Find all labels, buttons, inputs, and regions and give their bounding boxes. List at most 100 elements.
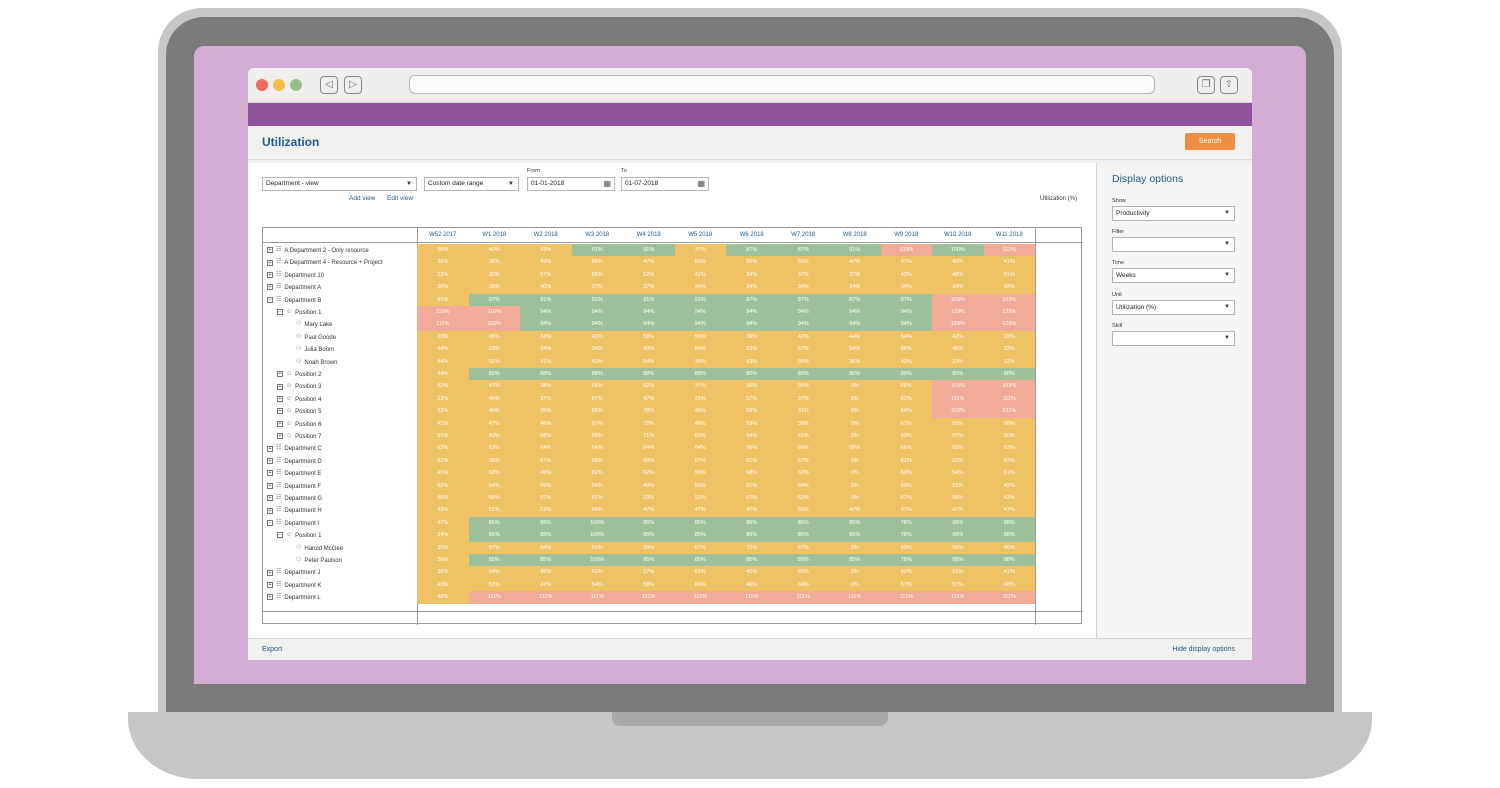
utilization-cell[interactable]: 87% xyxy=(777,293,829,306)
utilization-cell[interactable]: 57% xyxy=(777,454,829,468)
utilization-cell[interactable]: 94% xyxy=(777,318,829,331)
expand-icon[interactable]: + xyxy=(267,495,273,502)
utilization-cell[interactable]: 53% xyxy=(726,355,778,368)
utilization-cell[interactable]: 43% xyxy=(417,578,469,592)
utilization-cell[interactable]: 42% xyxy=(983,479,1035,492)
utilization-cell[interactable]: 64% xyxy=(623,442,675,455)
utilization-cell[interactable]: 53% xyxy=(468,578,520,592)
utilization-cell[interactable]: 0% xyxy=(829,405,881,418)
utilization-cell[interactable]: 54% xyxy=(726,430,778,443)
utilization-cell[interactable]: 85% xyxy=(468,529,520,542)
forward-arrow-icon[interactable]: ▷ xyxy=(344,76,362,94)
utilization-cell[interactable]: 64% xyxy=(571,504,623,517)
utilization-cell[interactable]: 85% xyxy=(777,516,829,530)
utilization-cell[interactable]: 85% xyxy=(726,516,778,530)
expand-icon[interactable]: + xyxy=(267,582,273,588)
tree-row[interactable]: − ☺ Position 1 xyxy=(263,529,417,541)
hide-display-options-link[interactable]: Hide display options xyxy=(1172,646,1235,653)
column-header[interactable]: W7 2018 xyxy=(778,228,830,242)
utilization-cell[interactable]: 42% xyxy=(777,330,829,344)
expand-icon[interactable]: + xyxy=(277,383,283,390)
utilization-cell[interactable]: 43% xyxy=(571,330,623,344)
utilization-cell[interactable]: 35% xyxy=(520,405,572,418)
utilization-cell[interactable]: 110% xyxy=(417,306,469,319)
expand-icon[interactable]: + xyxy=(267,272,273,278)
tree-row[interactable]: ⚇ Harold McGee xyxy=(263,542,417,554)
expand-icon[interactable]: + xyxy=(277,371,283,378)
utilization-cell[interactable]: 67% xyxy=(520,454,572,468)
utilization-cell[interactable]: 58% xyxy=(674,467,726,480)
utilization-cell[interactable]: 23% xyxy=(417,268,469,282)
utilization-cell[interactable]: 37% xyxy=(571,281,623,294)
utilization-cell[interactable]: 98% xyxy=(983,529,1035,542)
utilization-cell[interactable]: 63% xyxy=(983,442,1035,455)
utilization-cell[interactable]: 0% xyxy=(829,492,881,505)
utilization-cell[interactable]: 43% xyxy=(520,256,572,269)
utilization-cell[interactable]: 61% xyxy=(674,566,726,579)
utilization-cell[interactable]: 56% xyxy=(674,479,726,492)
utilization-cell[interactable]: 100% xyxy=(571,529,623,542)
utilization-cell[interactable]: 62% xyxy=(777,467,829,480)
utilization-cell[interactable]: 85% xyxy=(777,529,829,542)
utilization-cell[interactable]: 66% xyxy=(880,442,932,455)
utilization-cell[interactable]: 129% xyxy=(932,306,984,319)
column-header[interactable]: W9 2018 xyxy=(881,228,933,242)
utilization-cell[interactable]: 51% xyxy=(932,479,984,492)
utilization-cell[interactable]: 85% xyxy=(520,516,572,530)
utilization-cell[interactable]: 57% xyxy=(777,343,829,356)
utilization-cell[interactable]: 94% xyxy=(777,306,829,319)
utilization-cell[interactable]: 0% xyxy=(829,380,881,393)
utilization-cell[interactable]: 47% xyxy=(623,504,675,517)
utilization-cell[interactable]: 98% xyxy=(983,554,1035,567)
utilization-cell[interactable]: 56% xyxy=(726,380,778,393)
utilization-cell[interactable]: 58% xyxy=(932,492,984,505)
expand-icon[interactable]: + xyxy=(277,420,283,427)
utilization-cell[interactable]: 129% xyxy=(983,318,1035,331)
utilization-cell[interactable]: 37% xyxy=(674,244,726,257)
tree-row[interactable]: + ☷ Department F xyxy=(263,480,417,492)
column-header[interactable]: W1 2018 xyxy=(469,228,521,242)
utilization-cell[interactable]: 47% xyxy=(983,504,1035,517)
utilization-cell[interactable]: 111% xyxy=(983,244,1035,257)
utilization-cell[interactable]: 111% xyxy=(520,591,572,604)
column-header[interactable]: W6 2018 xyxy=(726,228,778,242)
utilization-cell[interactable]: 64% xyxy=(777,578,829,592)
utilization-cell[interactable]: 94% xyxy=(674,318,726,331)
utilization-cell[interactable]: 94% xyxy=(520,306,572,319)
utilization-cell[interactable]: 57% xyxy=(468,541,520,554)
tree-row[interactable]: + ☷ Department A xyxy=(263,281,417,293)
tree-row[interactable]: + ☷ Department K xyxy=(263,579,417,591)
utilization-cell[interactable]: 67% xyxy=(880,578,932,592)
add-view-link[interactable]: Add view xyxy=(349,195,375,202)
utilization-cell[interactable]: 67% xyxy=(726,492,778,505)
utilization-cell[interactable]: 85% xyxy=(726,529,778,542)
utilization-cell[interactable]: 85% xyxy=(777,554,829,567)
utilization-cell[interactable]: 78% xyxy=(623,405,675,418)
utilization-cell[interactable]: 103% xyxy=(932,293,984,306)
utilization-cell[interactable]: 61% xyxy=(983,467,1035,480)
utilization-cell[interactable]: 85% xyxy=(468,554,520,567)
tree-row[interactable]: + ☷ A Department 2 - Only resource xyxy=(263,244,417,256)
utilization-cell[interactable]: 98% xyxy=(932,529,984,542)
utilization-cell[interactable]: 53% xyxy=(726,343,778,356)
utilization-cell[interactable]: 64% xyxy=(571,442,623,455)
utilization-cell[interactable]: 60% xyxy=(880,479,932,492)
utilization-cell[interactable]: 56% xyxy=(983,417,1035,430)
utilization-cell[interactable]: 34% xyxy=(571,343,623,356)
expand-icon[interactable]: + xyxy=(267,482,273,489)
utilization-cell[interactable]: 62% xyxy=(623,467,675,480)
utilization-cell[interactable]: 62% xyxy=(571,467,623,480)
utilization-cell[interactable]: 57% xyxy=(932,578,984,592)
utilization-cell[interactable]: 63% xyxy=(932,442,984,455)
utilization-cell[interactable]: 80% xyxy=(726,368,778,381)
utilization-cell[interactable]: 111% xyxy=(932,591,984,604)
utilization-cell[interactable]: 47% xyxy=(829,256,881,269)
utilization-cell[interactable]: 51% xyxy=(932,566,984,579)
utilization-cell[interactable]: 23% xyxy=(932,355,984,368)
utilization-cell[interactable]: 43% xyxy=(880,268,932,282)
utilization-cell[interactable]: 103% xyxy=(983,293,1035,306)
utilization-cell[interactable]: 36% xyxy=(468,454,520,468)
utilization-cell[interactable]: 98% xyxy=(932,554,984,567)
tree-row[interactable]: + ☷ Department D xyxy=(263,455,417,467)
utilization-cell[interactable]: 23% xyxy=(468,343,520,356)
